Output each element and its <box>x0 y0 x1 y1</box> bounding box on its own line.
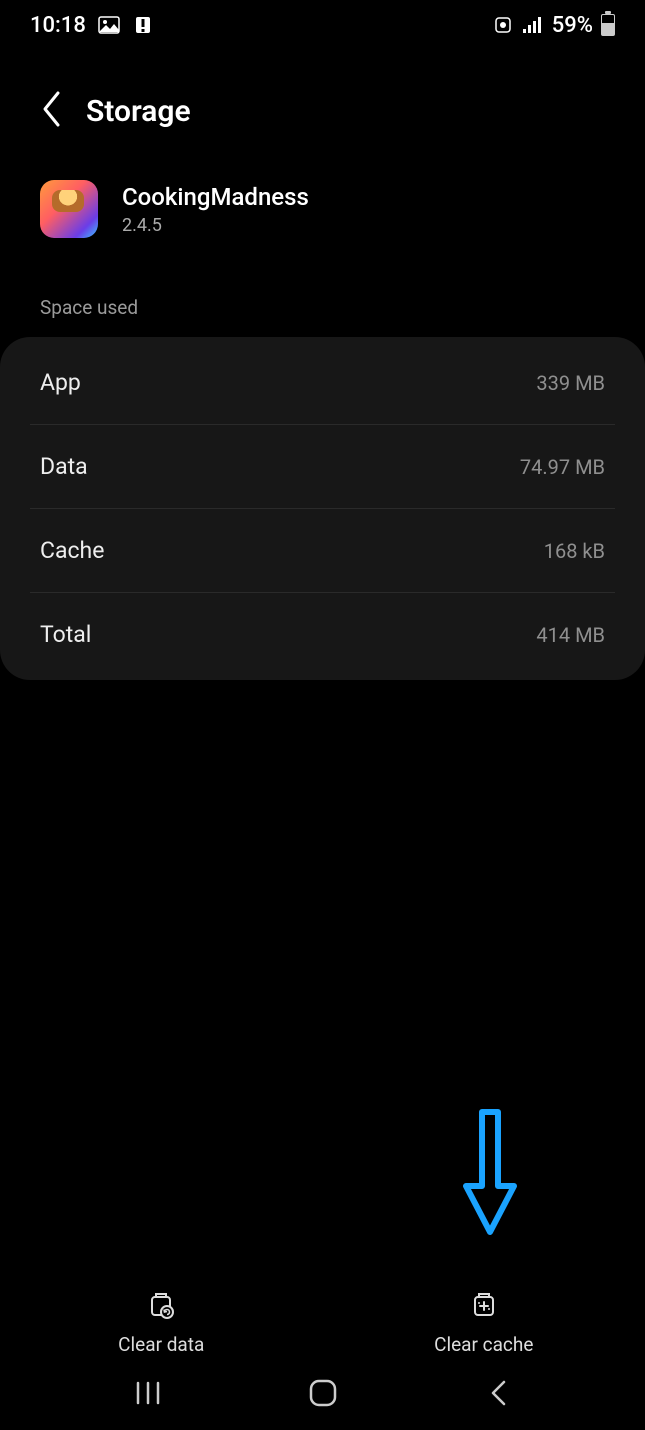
status-right: 59% <box>492 13 615 38</box>
clear-cache-icon <box>468 1289 500 1321</box>
header: Storage <box>0 50 645 162</box>
status-time: 10:18 <box>30 13 86 38</box>
row-total: Total 414 MB <box>30 592 615 680</box>
battery-text: 59% <box>552 13 593 38</box>
back-button[interactable] <box>40 90 62 132</box>
data-saver-icon <box>492 16 514 34</box>
section-label: Space used <box>0 278 645 331</box>
row-app-value: 339 MB <box>536 371 605 395</box>
status-left: 10:18 <box>30 13 154 38</box>
bottom-actions: Clear data Clear cache <box>0 1289 645 1356</box>
app-name: CookingMadness <box>122 183 309 211</box>
row-total-label: Total <box>40 621 91 648</box>
nav-bar <box>0 1356 645 1430</box>
row-total-value: 414 MB <box>536 623 605 647</box>
space-used-card: App 339 MB Data 74.97 MB Cache 168 kB To… <box>0 337 645 680</box>
home-icon <box>308 1378 338 1408</box>
page-title: Storage <box>86 94 191 129</box>
clear-data-button[interactable]: Clear data <box>0 1289 323 1356</box>
row-cache: Cache 168 kB <box>30 508 615 592</box>
annotation-arrow-icon <box>462 1108 518 1236</box>
signal-icon <box>522 16 544 34</box>
clear-cache-button[interactable]: Clear cache <box>323 1289 645 1356</box>
status-bar: 10:18 59% <box>0 0 645 50</box>
nav-home-button[interactable] <box>305 1375 341 1411</box>
row-data: Data 74.97 MB <box>30 424 615 508</box>
row-app: App 339 MB <box>0 337 645 424</box>
app-info-row: CookingMadness 2.4.5 <box>0 162 645 278</box>
battery-icon <box>601 14 615 36</box>
nav-back-button[interactable] <box>480 1375 516 1411</box>
row-app-label: App <box>40 369 81 396</box>
clear-data-label: Clear data <box>118 1333 204 1356</box>
app-version: 2.4.5 <box>122 215 309 236</box>
nav-chevron-left-icon <box>488 1378 508 1408</box>
clear-data-icon <box>145 1289 177 1321</box>
nav-recents-button[interactable] <box>130 1375 166 1411</box>
app-icon <box>40 180 98 238</box>
row-data-label: Data <box>40 453 88 480</box>
app-text: CookingMadness 2.4.5 <box>122 183 309 236</box>
recents-icon <box>134 1381 162 1405</box>
image-icon <box>98 16 120 34</box>
row-data-value: 74.97 MB <box>520 455 605 479</box>
chevron-left-icon <box>40 90 62 128</box>
row-cache-label: Cache <box>40 537 104 564</box>
row-cache-value: 168 kB <box>544 539 605 563</box>
clear-cache-label: Clear cache <box>434 1333 533 1356</box>
alert-icon <box>132 16 154 34</box>
